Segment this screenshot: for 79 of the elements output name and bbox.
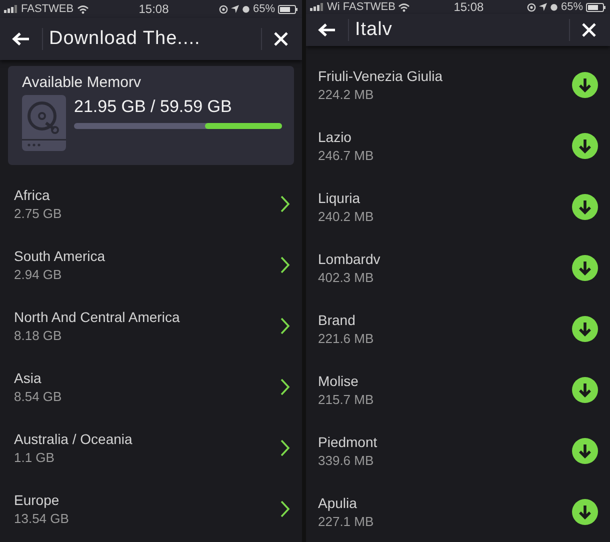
- item-name: Piedmont: [318, 434, 378, 450]
- item-name: Lombardv: [318, 250, 380, 266]
- download-icon[interactable]: [572, 438, 598, 464]
- item-name: Brand: [318, 312, 356, 328]
- location-icon: [538, 3, 547, 11]
- item-name: North And Central America: [14, 308, 180, 324]
- back-arrow-icon: [318, 23, 336, 37]
- chevron-right-icon: [280, 500, 290, 518]
- item-size: 2.94 GB: [14, 266, 63, 282]
- memory-reading: 21.95 GB / 59.59 GB: [74, 97, 233, 117]
- download-icon[interactable]: [572, 376, 598, 402]
- list-item[interactable]: Europe 13.54 GB: [0, 478, 302, 539]
- chevron-right-icon: [280, 194, 290, 212]
- download-icon[interactable]: [572, 498, 598, 524]
- list-item[interactable]: Australia / Oceania 1.1 GB: [0, 417, 302, 478]
- chevron-right-icon: [280, 378, 290, 396]
- chevron-right-icon: [280, 438, 290, 456]
- carrier-name: Wi FASTWEB: [327, 1, 396, 13]
- close-icon: [274, 32, 288, 46]
- item-size: 13.54 GB: [14, 510, 69, 526]
- item-name: Europe: [14, 492, 60, 508]
- wifi-icon: [398, 2, 410, 12]
- memory-label: Available Memorv: [22, 74, 142, 91]
- item-size: 8.18 GB: [14, 328, 63, 342]
- item-size: 2.75 GB: [14, 206, 62, 220]
- list-item[interactable]: Lombardv 402.3 MB: [306, 237, 610, 298]
- item-size: 246.7 MB: [318, 148, 374, 162]
- item-name: Asia: [14, 370, 42, 386]
- list-item[interactable]: Liquria 240.2 MB: [306, 176, 610, 237]
- item-size: 1.1 GB: [14, 450, 56, 464]
- back-arrow-icon: [12, 32, 30, 46]
- item-size: 215.7 MB: [318, 392, 374, 406]
- wifi-icon: [76, 4, 89, 14]
- clock-time: 15:08: [454, 0, 484, 14]
- signal-icon: [4, 5, 18, 13]
- download-icon[interactable]: [572, 316, 598, 342]
- list-item[interactable]: Apulia 227.1 MB: [306, 481, 610, 542]
- item-size: 240.2 MB: [318, 208, 374, 224]
- item-name: Africa: [14, 186, 51, 202]
- list-item[interactable]: South America 2.94 GB: [0, 234, 302, 295]
- battery-icon: [586, 2, 606, 12]
- battery-percent: 65%: [560, 1, 583, 13]
- carrier-name: FASTWEB: [21, 3, 74, 15]
- screen-title: Download The....: [49, 28, 202, 50]
- list-item[interactable]: Brand 221.6 MB: [306, 298, 610, 359]
- item-size: 402.3 MB: [318, 270, 375, 284]
- item-size: 224.2 MB: [318, 86, 375, 102]
- item-name: Lazio: [318, 128, 352, 144]
- clock-time: 15:08: [138, 2, 169, 16]
- list-item[interactable]: Lazio 246.7 MB: [306, 115, 610, 176]
- battery-percent: 65%: [252, 3, 275, 15]
- battery-icon: [278, 4, 298, 14]
- chevron-right-icon: [280, 316, 290, 334]
- item-size: 339.6 MB: [318, 452, 375, 468]
- item-size: 221.6 MB: [318, 330, 374, 346]
- list-item[interactable]: Piedmont 339.6 MB: [306, 420, 610, 481]
- hard-drive-icon: [22, 95, 66, 151]
- item-name: Liquria: [318, 190, 362, 206]
- list-item[interactable]: Friuli-Venezia Giulia 224.2 MB: [306, 54, 610, 115]
- signal-icon: [310, 3, 324, 11]
- download-icon[interactable]: [572, 132, 598, 158]
- location-icon: [230, 5, 239, 13]
- list-item[interactable]: Asia 8.54 GB: [0, 356, 302, 417]
- download-icon[interactable]: [572, 254, 598, 280]
- item-size: 8.54 GB: [14, 388, 62, 404]
- list-item[interactable]: Molise 215.7 MB: [306, 359, 610, 420]
- download-icon[interactable]: [572, 72, 598, 98]
- download-icon[interactable]: [572, 194, 598, 220]
- item-size: 227.1 MB: [318, 514, 374, 528]
- list-item[interactable]: Africa 2.75 GB: [0, 173, 302, 234]
- close-icon: [582, 23, 596, 37]
- list-item[interactable]: North And Central America 8.18 GB: [0, 295, 302, 356]
- item-name: Apulia: [318, 494, 358, 510]
- item-name: Friuli-Venezia Giulia: [318, 68, 442, 84]
- item-name: Australia / Oceania: [14, 430, 132, 446]
- item-name: South America: [14, 248, 106, 264]
- screen-title: Italv: [355, 19, 394, 41]
- chevron-right-icon: [280, 256, 290, 274]
- item-name: Molise: [318, 372, 360, 388]
